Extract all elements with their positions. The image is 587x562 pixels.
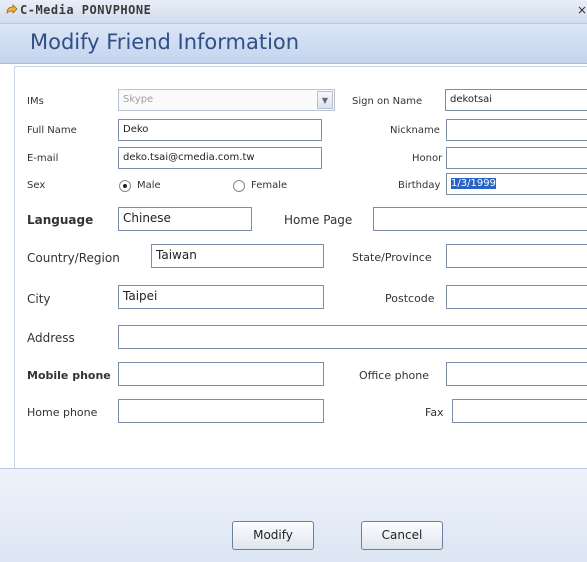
fax-field[interactable]: [452, 399, 587, 423]
honor-field[interactable]: [446, 147, 587, 169]
modify-button[interactable]: Modify: [232, 521, 314, 550]
mobile-phone-field[interactable]: [118, 362, 324, 386]
sign-on-name-field[interactable]: dekotsai: [445, 89, 587, 111]
home-page-label: Home Page: [284, 213, 353, 227]
city-label: City: [27, 292, 51, 306]
postcode-field[interactable]: [446, 285, 587, 309]
birthday-label: Birthday: [398, 180, 441, 191]
email-field[interactable]: deko.tsai@cmedia.com.tw: [118, 147, 322, 169]
sex-label: Sex: [27, 180, 46, 191]
city-value: Taipei: [123, 289, 158, 303]
sex-male-label: Male: [137, 180, 161, 191]
ims-label: IMs: [27, 96, 44, 107]
country-value: Taiwan: [156, 248, 197, 262]
full-name-field[interactable]: Deko: [118, 119, 322, 141]
sex-female-radio[interactable]: [233, 180, 245, 192]
state-field[interactable]: [446, 244, 587, 268]
language-field[interactable]: Chinese: [118, 207, 252, 231]
sign-on-name-label: Sign on Name: [352, 96, 423, 107]
birthday-value: 1/3/1999: [451, 178, 496, 189]
full-name-value: Deko: [123, 124, 149, 135]
postcode-label: Postcode: [385, 292, 435, 305]
home-phone-field[interactable]: [118, 399, 324, 423]
friend-form: IMs Skype ▼ Sign on Name dekotsai Full N…: [14, 66, 587, 468]
close-icon[interactable]: ×: [577, 3, 587, 19]
ims-select[interactable]: Skype ▼: [118, 89, 335, 111]
page-title: Modify Friend Information: [30, 30, 300, 54]
cancel-button[interactable]: Cancel: [361, 521, 443, 550]
city-field[interactable]: Taipei: [118, 285, 324, 309]
nickname-field[interactable]: [446, 119, 587, 141]
app-logo-icon: [6, 4, 18, 14]
dialog-header: Modify Friend Information: [0, 24, 587, 64]
state-label: State/Province: [352, 251, 432, 264]
email-label: E-mail: [27, 153, 59, 164]
country-field[interactable]: Taiwan: [151, 244, 324, 268]
country-label: Country/Region: [27, 251, 120, 265]
window-titlebar: C-Media PONVPHONE ×: [0, 0, 587, 24]
office-phone-label: Office phone: [359, 369, 430, 382]
full-name-label: Full Name: [27, 125, 77, 136]
window-title: C-Media PONVPHONE: [20, 3, 152, 17]
nickname-label: Nickname: [390, 125, 440, 136]
sign-on-name-value: dekotsai: [450, 94, 493, 105]
fax-label: Fax: [425, 406, 444, 419]
honor-label: Honor: [412, 153, 443, 164]
home-page-field[interactable]: [373, 207, 587, 231]
address-field[interactable]: [118, 325, 587, 349]
birthday-field[interactable]: 1/3/1999: [446, 173, 587, 195]
sex-female-label: Female: [251, 180, 288, 191]
dialog-footer: Modify Cancel: [0, 468, 587, 562]
office-phone-field[interactable]: [446, 362, 587, 386]
address-label: Address: [27, 331, 75, 345]
language-value: Chinese: [123, 211, 171, 225]
home-phone-label: Home phone: [27, 406, 98, 419]
sex-male-radio[interactable]: [119, 180, 131, 192]
chevron-down-icon[interactable]: ▼: [317, 91, 333, 109]
email-value: deko.tsai@cmedia.com.tw: [123, 152, 255, 163]
mobile-phone-label: Mobile phone: [27, 369, 111, 382]
ims-select-value: Skype: [123, 94, 154, 105]
language-label: Language: [27, 213, 94, 227]
